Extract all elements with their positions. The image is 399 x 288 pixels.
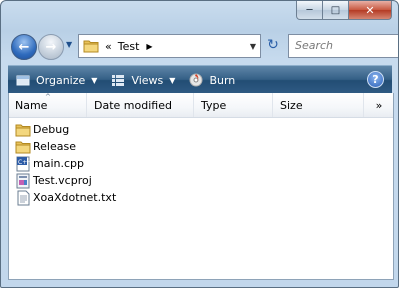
column-header-date-modified[interactable]: Date modified [88, 93, 194, 117]
close-icon: ✕ [365, 3, 375, 17]
column-header-type[interactable]: Type [195, 93, 273, 117]
sort-ascending-icon: ^ [45, 93, 51, 101]
file-name: main.cpp [33, 157, 84, 170]
column-type-label: Type [201, 98, 227, 112]
back-button[interactable]: ← [11, 34, 37, 60]
breadcrumb-overflow[interactable]: « [105, 40, 112, 53]
list-item[interactable]: Test.vcproj [15, 172, 116, 189]
file-name: XoaXdotnet.txt [33, 191, 117, 204]
search-input[interactable]: Search [288, 34, 398, 58]
text-file-icon [17, 190, 30, 205]
breadcrumb-test[interactable]: Test [118, 40, 140, 53]
search-placeholder: Search [295, 39, 334, 52]
close-button[interactable]: ✕ [349, 1, 392, 20]
views-button[interactable]: Views ▼ [111, 73, 175, 87]
column-size-label: Size [280, 98, 303, 112]
forward-button[interactable]: → [38, 34, 64, 60]
forward-arrow-icon: → [45, 39, 57, 55]
folder-icon [15, 124, 31, 136]
address-bar[interactable]: « Test ▶ ▼ [78, 34, 261, 58]
column-header-name[interactable]: Name ^ [9, 93, 87, 117]
maximize-button[interactable]: □ [323, 1, 349, 20]
file-name: Debug [33, 123, 70, 136]
breadcrumb-arrow-icon[interactable]: ▶ [146, 42, 152, 51]
burn-disc-icon [189, 73, 203, 87]
file-list-pane: Name ^ Date modified Type Size » Debug R… [8, 93, 394, 280]
column-date-label: Date modified [94, 98, 172, 112]
refresh-icon: ↻ [267, 37, 279, 53]
caption-buttons: ─ □ ✕ [296, 1, 392, 20]
back-arrow-icon: ← [18, 39, 30, 55]
chevron-right-icon: » [375, 98, 383, 112]
organize-button[interactable]: Organize ▼ [16, 73, 97, 87]
list-item[interactable]: Release [15, 138, 116, 155]
views-dropdown-icon: ▼ [169, 75, 176, 85]
file-name: Test.vcproj [33, 174, 92, 187]
organize-dropdown-icon: ▼ [91, 75, 98, 85]
refresh-button[interactable]: ↻ [261, 34, 285, 56]
folder-icon [83, 40, 99, 53]
more-columns-chevron[interactable]: » [365, 93, 393, 117]
list-item[interactable]: Debug [15, 121, 116, 138]
navigation-bar: ← → ▼ « Test ▶ ▼ ↻ Search [9, 32, 398, 60]
svg-text:C++: C++ [18, 159, 31, 166]
vcproj-file-icon [16, 173, 30, 188]
command-bar: Organize ▼ Views ▼ Burn ? [8, 65, 392, 94]
cpp-file-icon: C++ [16, 156, 31, 171]
maximize-icon: □ [330, 4, 341, 16]
organize-icon [16, 75, 30, 86]
file-name: Release [33, 140, 76, 153]
address-dropdown-icon[interactable]: ▼ [250, 42, 256, 51]
recent-pages-dropdown[interactable]: ▼ [66, 40, 75, 49]
list-item[interactable]: C++ main.cpp [15, 155, 116, 172]
column-name-label: Name [15, 98, 48, 112]
organize-label: Organize [36, 73, 86, 87]
file-list: Debug Release C++ main.cpp Test.vcproj X… [15, 121, 116, 206]
burn-label: Burn [209, 73, 236, 87]
list-item[interactable]: XoaXdotnet.txt [15, 189, 116, 206]
explorer-window: ─ □ ✕ ← → ▼ « Test ▶ ▼ ↻ Search Organize… [0, 0, 399, 288]
minimize-button[interactable]: ─ [296, 1, 323, 20]
folder-icon [15, 141, 31, 153]
help-icon[interactable]: ? [367, 71, 384, 88]
minimize-icon: ─ [306, 4, 313, 16]
views-label: Views [131, 73, 164, 87]
column-headers: Name ^ Date modified Type Size » [9, 93, 393, 118]
views-icon [112, 75, 125, 86]
burn-button[interactable]: Burn [189, 73, 235, 87]
column-header-size[interactable]: Size [274, 93, 364, 117]
